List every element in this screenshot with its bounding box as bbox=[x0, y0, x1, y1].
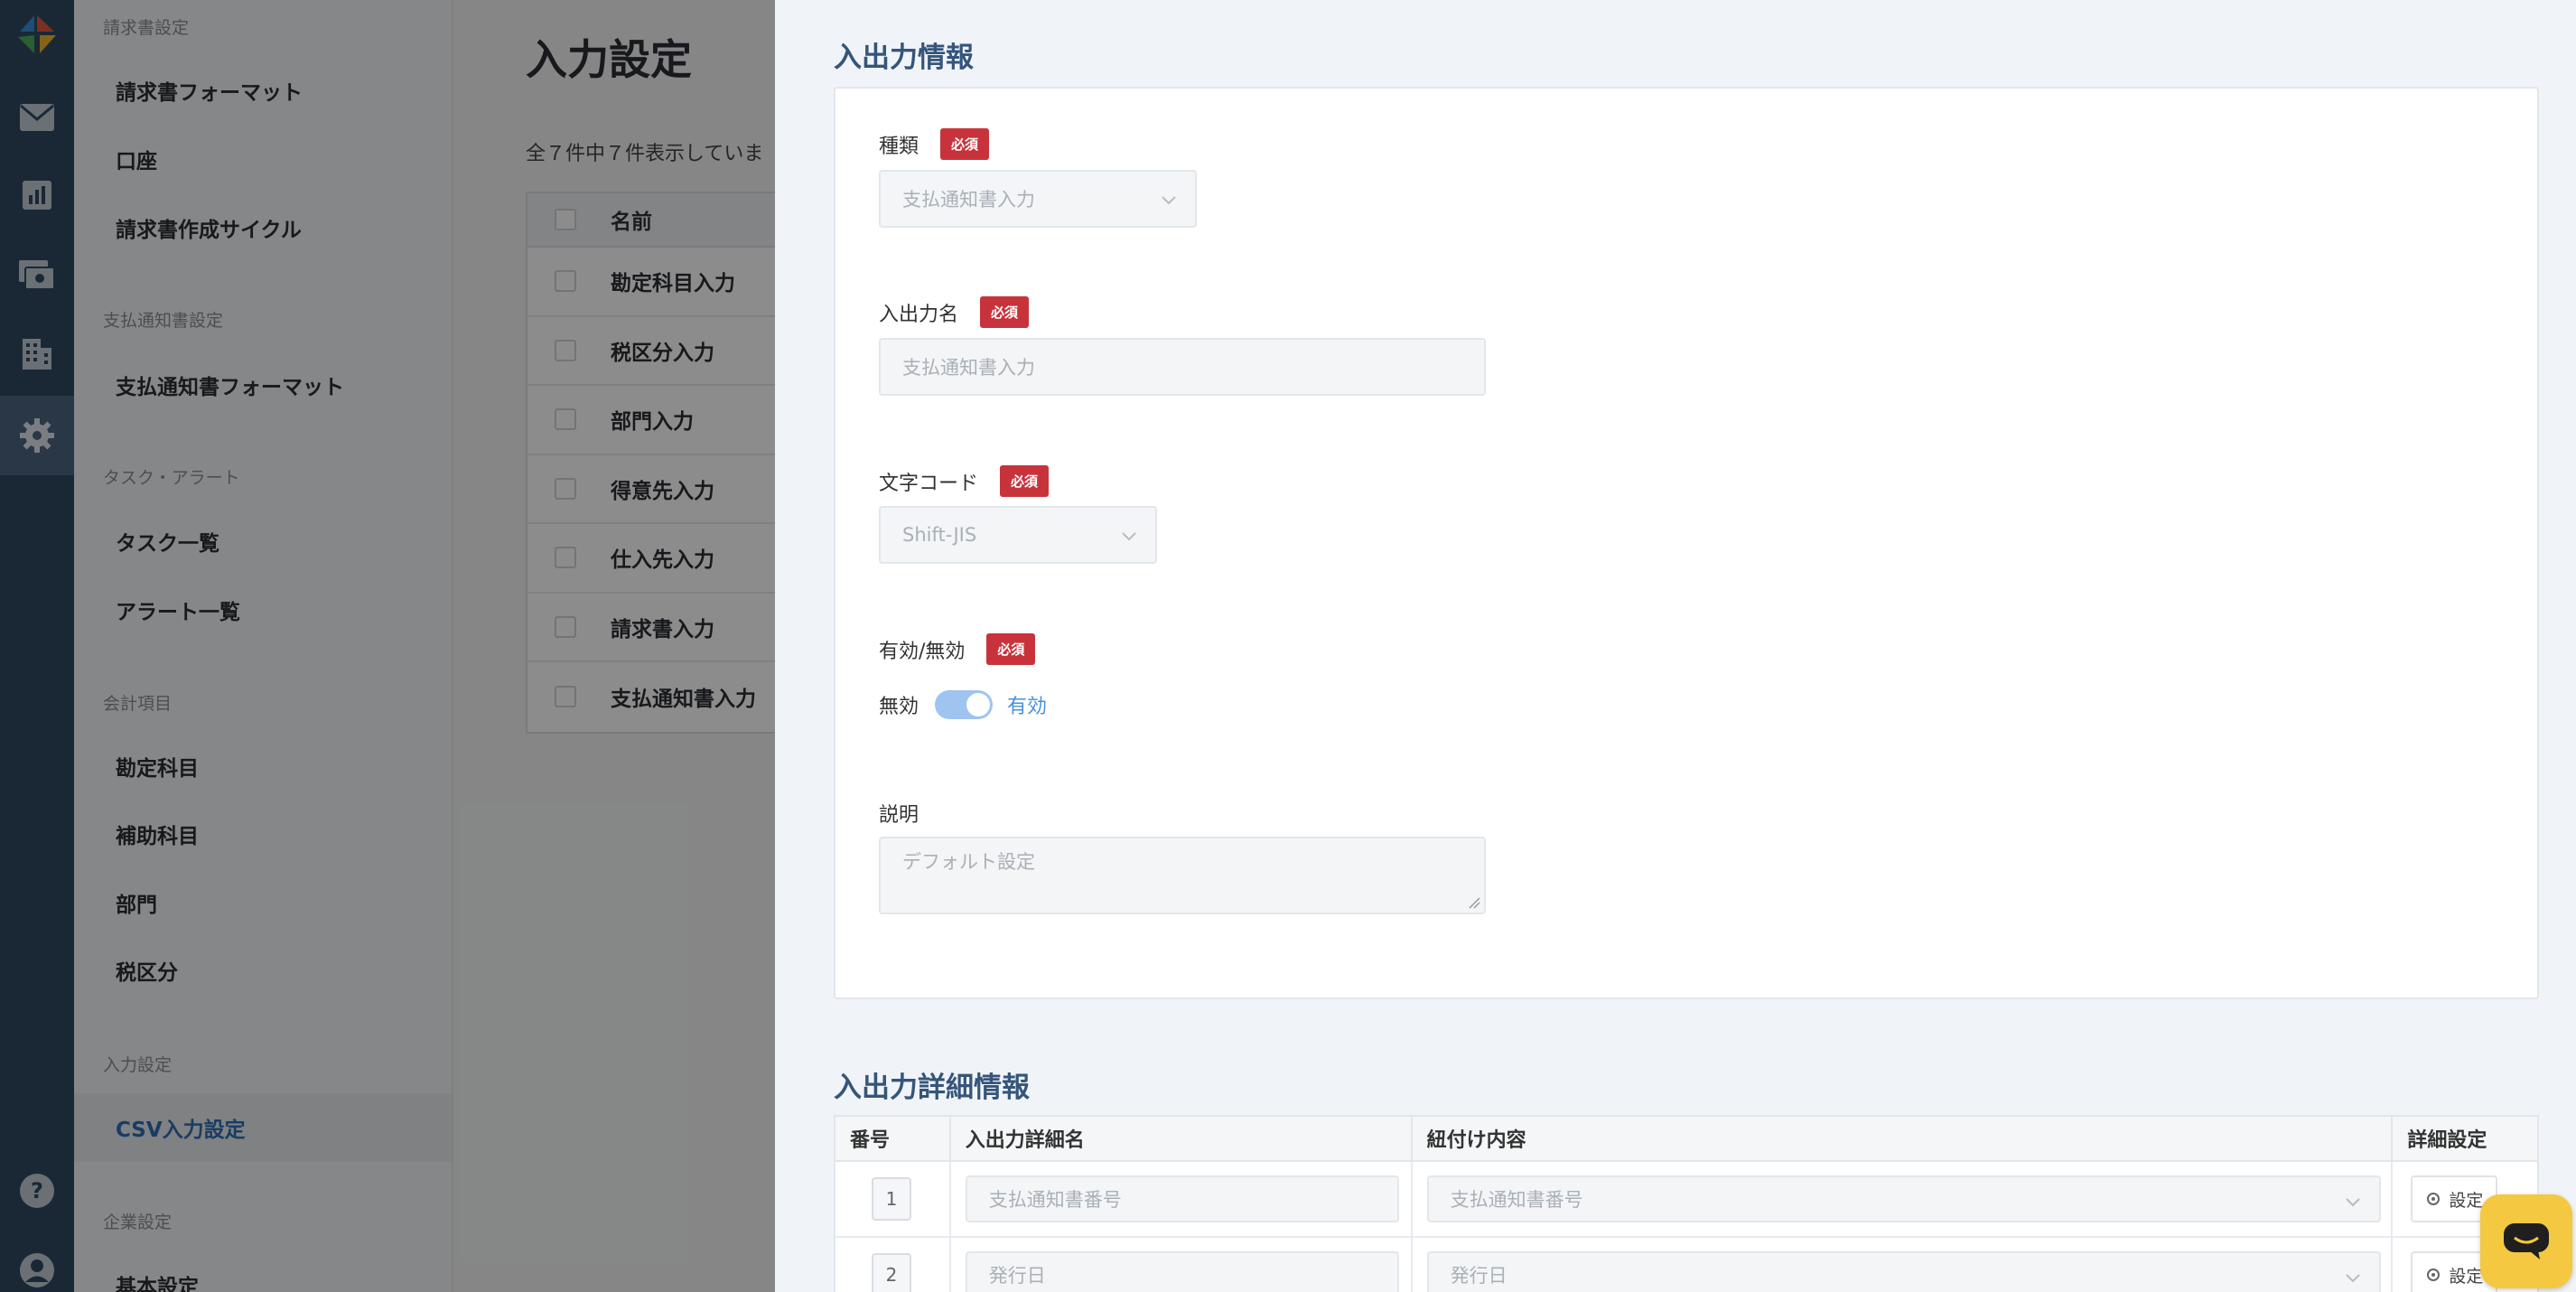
chevron-down-icon bbox=[1162, 196, 1176, 205]
detail-name-placeholder: 支払通知書番号 bbox=[988, 1189, 1122, 1211]
column-header-number: 番号 bbox=[835, 1117, 951, 1160]
charset-label: 文字コード 必須 bbox=[879, 465, 1050, 497]
description-label: 説明 bbox=[879, 799, 919, 828]
enabled-label: 有効/無効 必須 bbox=[879, 633, 1036, 665]
charset-select-value: Shift-JIS bbox=[902, 524, 977, 546]
io-detail-table: 番号 入出力詳細名 紐付け内容 詳細設定 1 支払通知書番号 支払通知書番号 設… bbox=[834, 1115, 2539, 1292]
column-header-detail-name: 入出力詳細名 bbox=[951, 1117, 1413, 1160]
column-header-mapping: 紐付け内容 bbox=[1413, 1117, 2394, 1160]
gear-icon bbox=[2427, 1193, 2441, 1205]
io-name-label: 入出力名 必須 bbox=[879, 296, 1030, 328]
required-badge: 必須 bbox=[1000, 465, 1050, 497]
chevron-down-icon bbox=[2345, 1274, 2360, 1283]
enabled-toggle[interactable] bbox=[935, 690, 994, 719]
mapping-select[interactable]: 支払通知書番号 bbox=[1426, 1175, 2381, 1222]
io-name-label-text: 入出力名 bbox=[879, 303, 959, 326]
io-name-input[interactable]: 支払通知書入力 bbox=[879, 338, 1486, 396]
required-badge: 必須 bbox=[940, 128, 990, 160]
section-title-io-detail: 入出力詳細情報 bbox=[834, 1072, 1030, 1104]
row-number: 2 bbox=[872, 1253, 911, 1292]
type-label: 種類 必須 bbox=[879, 128, 990, 160]
resize-handle-icon[interactable] bbox=[1468, 896, 1480, 909]
detail-settings-label: 設定 bbox=[2449, 1190, 2484, 1211]
detail-table-header: 番号 入出力詳細名 紐付け内容 詳細設定 bbox=[835, 1117, 2537, 1162]
io-name-placeholder: 支払通知書入力 bbox=[902, 357, 1035, 379]
type-select[interactable]: 支払通知書入力 bbox=[879, 170, 1197, 228]
chat-icon bbox=[2504, 1223, 2549, 1259]
chat-button[interactable] bbox=[2480, 1194, 2572, 1288]
toggle-on-label: 有効 bbox=[1007, 696, 1048, 718]
enabled-toggle-row: 無効 有効 bbox=[879, 690, 1047, 719]
row-number: 1 bbox=[872, 1177, 911, 1221]
description-textarea[interactable]: デフォルト設定 bbox=[879, 837, 1486, 914]
table-row: 2 発行日 発行日 設定 bbox=[835, 1238, 2537, 1292]
chevron-down-icon bbox=[1122, 532, 1136, 541]
column-header-detail-settings: 詳細設定 bbox=[2407, 1129, 2487, 1152]
mapping-select-value: 支払通知書番号 bbox=[1450, 1189, 1583, 1211]
type-select-value: 支払通知書入力 bbox=[902, 189, 1035, 211]
edit-drawer: 入出力情報 種類 必須 支払通知書入力 入出力名 必須 支払通知書入力 文字コー… bbox=[775, 0, 2576, 1292]
description-placeholder: デフォルト設定 bbox=[902, 851, 1035, 873]
table-row: 1 支払通知書番号 支払通知書番号 設定 bbox=[835, 1162, 2537, 1238]
detail-name-placeholder: 発行日 bbox=[988, 1265, 1046, 1287]
section-title-io-info: 入出力情報 bbox=[834, 42, 974, 74]
detail-settings-label: 設定 bbox=[2449, 1266, 2484, 1287]
toggle-off-label: 無効 bbox=[879, 696, 919, 718]
description-label-text: 説明 bbox=[879, 804, 919, 827]
mapping-select[interactable]: 発行日 bbox=[1426, 1251, 2381, 1292]
mapping-select-value: 発行日 bbox=[1450, 1265, 1507, 1287]
required-badge: 必須 bbox=[980, 296, 1030, 328]
chevron-down-icon bbox=[2345, 1198, 2360, 1207]
required-badge: 必須 bbox=[986, 633, 1036, 665]
charset-label-text: 文字コード bbox=[879, 472, 979, 495]
type-label-text: 種類 bbox=[879, 135, 919, 158]
gear-icon bbox=[2427, 1269, 2441, 1281]
detail-name-input[interactable]: 発行日 bbox=[965, 1251, 1399, 1292]
detail-name-input[interactable]: 支払通知書番号 bbox=[965, 1175, 1399, 1222]
io-info-card: 種類 必須 支払通知書入力 入出力名 必須 支払通知書入力 文字コード 必須 S… bbox=[834, 87, 2539, 999]
toggle-knob bbox=[966, 693, 991, 716]
enabled-label-text: 有効/無効 bbox=[879, 640, 966, 663]
charset-select[interactable]: Shift-JIS bbox=[879, 506, 1157, 564]
